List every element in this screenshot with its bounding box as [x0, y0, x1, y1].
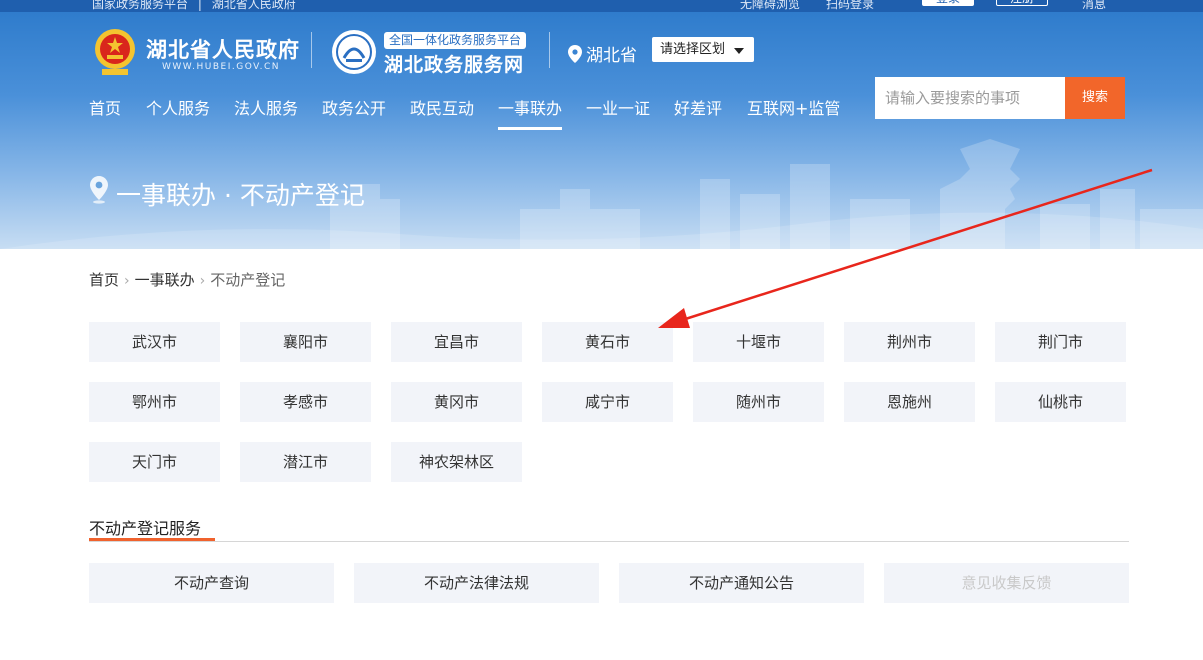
city-button-huangshi[interactable]: 黄石市: [542, 322, 673, 362]
current-location: 湖北省: [586, 46, 637, 66]
location-pin-icon: [568, 45, 582, 63]
region-select-label: 请选择区划: [660, 42, 726, 57]
service-button-notices[interactable]: 不动产通知公告: [619, 563, 864, 603]
city-button-xiaogan[interactable]: 孝感市: [240, 382, 371, 422]
city-button-enshi[interactable]: 恩施州: [844, 382, 975, 422]
chevron-right-icon: ›: [199, 273, 206, 289]
search-input[interactable]: [875, 77, 1065, 119]
top-utility-bar: 国家政务服务平台 | 湖北省人民政府 无障碍浏览 扫码登录 登录 注册 消息: [0, 0, 1203, 12]
breadcrumb-one-thing[interactable]: 一事联办: [135, 271, 195, 289]
section-title: 不动产登记服务: [89, 519, 202, 538]
nav-item-home[interactable]: 首页: [89, 96, 121, 130]
gov-site-name[interactable]: 湖北省人民政府: [146, 34, 300, 64]
city-button-jingzhou[interactable]: 荆州市: [844, 322, 975, 362]
page-location-pin-icon: [90, 176, 108, 204]
register-button[interactable]: 注册: [996, 0, 1048, 6]
nav-item-personal[interactable]: 个人服务: [146, 96, 210, 130]
top-link-provincial-gov[interactable]: 湖北省人民政府: [212, 0, 296, 11]
national-emblem-icon: [95, 29, 135, 75]
city-button-qianjiang[interactable]: 潜江市: [240, 442, 371, 482]
caret-down-icon: [734, 48, 744, 54]
city-button-shennongjia[interactable]: 神农架林区: [391, 442, 522, 482]
nav-item-evaluation[interactable]: 好差评: [674, 96, 722, 130]
header-divider: [549, 32, 550, 68]
region-select[interactable]: 请选择区划: [652, 37, 754, 62]
login-button[interactable]: 登录: [922, 0, 974, 6]
city-button-tianmen[interactable]: 天门市: [89, 442, 220, 482]
service-platform-logo-icon: [332, 30, 376, 74]
breadcrumb: 首页 › 一事联办 › 不动产登记: [89, 269, 285, 290]
accessibility-link[interactable]: 无障碍浏览: [740, 0, 800, 12]
platform-name[interactable]: 湖北政务服务网: [384, 50, 524, 77]
section-divider: [89, 541, 1129, 542]
city-button-xianning[interactable]: 咸宁市: [542, 382, 673, 422]
nav-item-supervision[interactable]: 互联网+监管: [747, 96, 840, 130]
page-title: 一事联办 · 不动产登记: [116, 181, 365, 210]
breadcrumb-home[interactable]: 首页: [89, 271, 119, 289]
breadcrumb-current: 不动产登记: [210, 271, 286, 289]
search-button[interactable]: 搜索: [1065, 77, 1125, 119]
header-divider: [311, 32, 312, 68]
chevron-right-icon: ›: [124, 273, 130, 289]
nav-item-one-license[interactable]: 一业一证: [586, 96, 650, 130]
city-button-xiantao[interactable]: 仙桃市: [995, 382, 1126, 422]
platform-tag: 全国一体化政务服务平台: [384, 32, 527, 49]
service-button-feedback: 意见收集反馈: [884, 563, 1129, 603]
messages-link[interactable]: 消息: [1082, 0, 1106, 12]
city-button-ezhou[interactable]: 鄂州市: [89, 382, 220, 422]
city-button-yichang[interactable]: 宜昌市: [391, 322, 522, 362]
nav-item-gov-affairs[interactable]: 政务公开: [322, 96, 386, 130]
nav-item-one-thing[interactable]: 一事联办: [498, 96, 563, 130]
nav-item-legal-person[interactable]: 法人服务: [234, 96, 298, 130]
gov-site-url: WWW.HUBEI.GOV.CN: [162, 62, 281, 72]
city-button-shiyan[interactable]: 十堰市: [693, 322, 824, 362]
city-button-wuhan[interactable]: 武汉市: [89, 322, 220, 362]
header-banner: 湖北省人民政府 WWW.HUBEI.GOV.CN 全国一体化政务服务平台 湖北政…: [0, 12, 1203, 249]
city-button-jingmen[interactable]: 荆门市: [995, 322, 1126, 362]
city-button-huanggang[interactable]: 黄冈市: [391, 382, 522, 422]
city-button-xiangyang[interactable]: 襄阳市: [240, 322, 371, 362]
scan-login-link[interactable]: 扫码登录: [826, 0, 874, 12]
city-button-suizhou[interactable]: 随州市: [693, 382, 824, 422]
service-button-query[interactable]: 不动产查询: [89, 563, 334, 603]
nav-item-interaction[interactable]: 政民互动: [410, 96, 474, 130]
top-link-national-platform[interactable]: 国家政务服务平台: [92, 0, 188, 11]
service-button-laws[interactable]: 不动产法律法规: [354, 563, 599, 603]
